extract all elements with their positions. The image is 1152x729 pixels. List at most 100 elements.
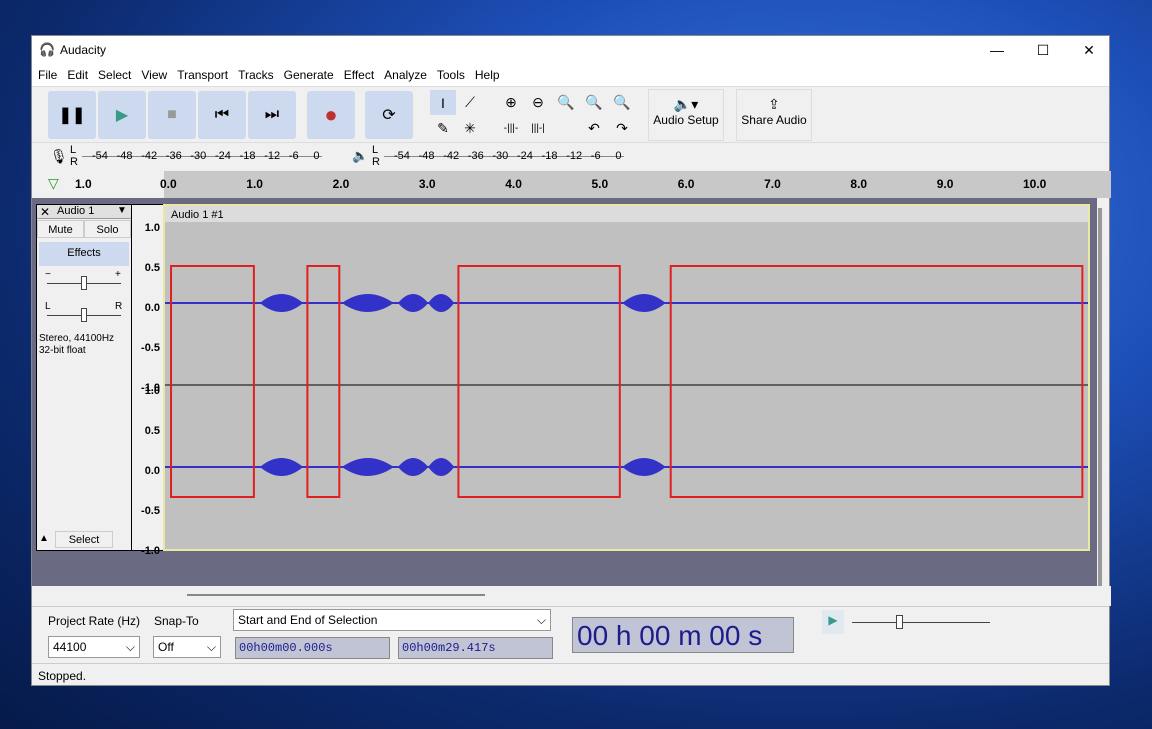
pan-right-label: R	[115, 301, 123, 312]
fit-project-icon[interactable]: 🔍	[581, 90, 607, 115]
timeline-ruler[interactable]: ▽ 1.0 0.0 1.0 2.0 3.0 4.0 5.0 6.0 7.0 8.0 9.0 10.0	[32, 171, 1111, 198]
solo-button[interactable]: Solo	[84, 220, 131, 238]
redo-icon[interactable]: ↷	[609, 116, 635, 141]
amplitude-label: 0.0	[144, 302, 160, 314]
project-rate-value: 44100	[53, 640, 87, 654]
menu-help[interactable]: Help	[475, 68, 500, 82]
playback-speed-slider[interactable]	[852, 622, 990, 623]
share-icon: ⇪	[768, 96, 780, 112]
snap-to-select[interactable]: Off ⌵	[153, 636, 221, 658]
track-menu-chevron-icon[interactable]: ▼	[117, 205, 127, 216]
microphone-icon[interactable]: 🎙	[50, 148, 68, 165]
project-rate-select[interactable]: 44100 ⌵	[48, 636, 140, 658]
meter-tick: -42	[141, 150, 158, 162]
pause-button[interactable]: ❚❚	[48, 91, 96, 139]
menu-select[interactable]: Select	[98, 68, 131, 82]
amplitude-label: -0.5	[141, 342, 160, 354]
pan-left-label: L	[45, 301, 51, 312]
selection-mode-select[interactable]: Start and End of Selection ⌵	[233, 609, 551, 631]
menu-effect[interactable]: Effect	[344, 68, 374, 82]
menu-analyze[interactable]: Analyze	[384, 68, 427, 82]
playback-meter[interactable]: L R -54 -48 -42 -36 -30 -24 -18 -12 -6 0	[372, 144, 632, 170]
select-track-button[interactable]: Select	[55, 531, 113, 548]
audio-setup-button[interactable]: 🔈▾ Audio Setup	[648, 89, 724, 141]
waveform-view[interactable]: Audio 1 #1	[163, 204, 1090, 551]
collapse-track-icon[interactable]: ▲	[39, 533, 49, 544]
menu-transport[interactable]: Transport	[177, 68, 228, 82]
meter-tick: -6	[590, 150, 601, 162]
clip-header	[165, 206, 1088, 222]
audio-position-display[interactable]: 00 h 00 m 00 s	[572, 617, 794, 653]
meter-tick: -6	[288, 150, 299, 162]
zoom-in-icon[interactable]: ⊕	[498, 90, 524, 115]
fit-selection-icon[interactable]: 🔍	[553, 90, 579, 115]
envelope-tool-icon[interactable]: ⟋	[457, 90, 483, 115]
ruler-tick-label: 3.0	[418, 177, 436, 191]
meter-tick: 0	[313, 150, 320, 162]
effects-button[interactable]: Effects	[39, 242, 129, 266]
meter-toolbar: 🎙 L R -54 -48 -42 -36 -30 -24 -18 -12 -6 0 🔈 L R -54-…	[32, 142, 1109, 171]
meter-tick: -54	[394, 150, 410, 162]
amplitude-label: 0.5	[144, 425, 160, 437]
mute-button[interactable]: Mute	[37, 220, 84, 238]
gain-plus-label: +	[115, 269, 121, 280]
snap-to-value: Off	[158, 640, 174, 654]
track-format-info: Stereo, 44100Hz	[39, 333, 115, 344]
track-bitdepth-info: 32-bit float	[39, 345, 86, 356]
menu-tracks[interactable]: Tracks	[238, 68, 274, 82]
horizontal-scrollbar[interactable]	[187, 594, 485, 596]
menu-generate[interactable]: Generate	[284, 68, 334, 82]
menu-tools[interactable]: Tools	[437, 68, 465, 82]
gain-minus-label: −	[45, 269, 51, 280]
maximize-button[interactable]: ☐	[1020, 36, 1066, 64]
meter-tick: -36	[467, 150, 484, 162]
multi-tool-icon[interactable]: ✳	[457, 116, 483, 141]
status-text: Stopped.	[38, 669, 87, 683]
draw-tool-icon[interactable]: ✎	[430, 116, 456, 141]
close-button[interactable]: ✕	[1066, 36, 1112, 64]
track-name-menu[interactable]: Audio 1	[57, 205, 94, 217]
title-bar: 🎧 Audacity — ☐ ✕	[32, 36, 1109, 64]
playback-speaker-icon[interactable]: 🔈	[352, 148, 368, 164]
status-bar: Stopped.	[32, 663, 1109, 687]
stop-button[interactable]: ■	[148, 91, 196, 139]
play-head-icon[interactable]: ▽	[48, 175, 59, 192]
window-title: Audacity	[60, 43, 107, 57]
ruler-left-label: 1.0	[75, 177, 92, 191]
menu-view[interactable]: View	[141, 68, 167, 82]
play-button[interactable]: ▶	[98, 91, 146, 139]
zoom-out-icon[interactable]: ⊖	[525, 90, 551, 115]
amplitude-label: 1.0	[144, 385, 160, 397]
loop-button[interactable]: ⟳	[365, 91, 413, 139]
pan-slider-thumb[interactable]	[81, 308, 87, 322]
amplitude-label: 0.5	[144, 262, 160, 274]
skip-start-button[interactable]: ⏮	[198, 91, 246, 139]
zoom-toggle-icon[interactable]: 🔍	[609, 90, 635, 115]
meter-tick: -30	[190, 150, 207, 162]
clip-name: Audio 1 #1	[171, 209, 224, 221]
gain-slider-thumb[interactable]	[81, 276, 87, 290]
undo-icon[interactable]: ↶	[581, 116, 607, 141]
silence-icon[interactable]: |||-|	[525, 116, 551, 141]
play-at-speed-button[interactable]: ▶	[822, 610, 844, 634]
minimize-button[interactable]: —	[974, 36, 1020, 64]
skip-end-button[interactable]: ⏭	[248, 91, 296, 139]
close-track-icon[interactable]: ✕	[40, 205, 50, 219]
meter-tick: -48	[116, 150, 133, 162]
playback-speed-thumb[interactable]	[896, 615, 903, 629]
record-meter[interactable]: L R -54 -48 -42 -36 -30 -24 -18 -12 -6 0	[70, 144, 330, 170]
meter-tick: -48	[418, 150, 435, 162]
trim-icon[interactable]: -|||-	[498, 116, 524, 141]
vertical-scrollbar[interactable]	[1098, 208, 1102, 588]
amplitude-label: -0.5	[141, 505, 160, 517]
ruler-tick-label: 6.0	[677, 177, 695, 191]
share-audio-button[interactable]: ⇪ Share Audio	[736, 89, 812, 141]
menu-file[interactable]: File	[38, 68, 57, 82]
selection-tool-icon[interactable]: I	[430, 90, 456, 115]
selection-end-time[interactable]: 00h00m29.417s	[398, 637, 553, 659]
record-button[interactable]: ●	[307, 91, 355, 139]
selection-start-time[interactable]: 00h00m00.000s	[235, 637, 390, 659]
menu-edit[interactable]: Edit	[67, 68, 88, 82]
meter-tick: -12	[566, 150, 583, 162]
meter-r-label: R	[70, 156, 78, 168]
